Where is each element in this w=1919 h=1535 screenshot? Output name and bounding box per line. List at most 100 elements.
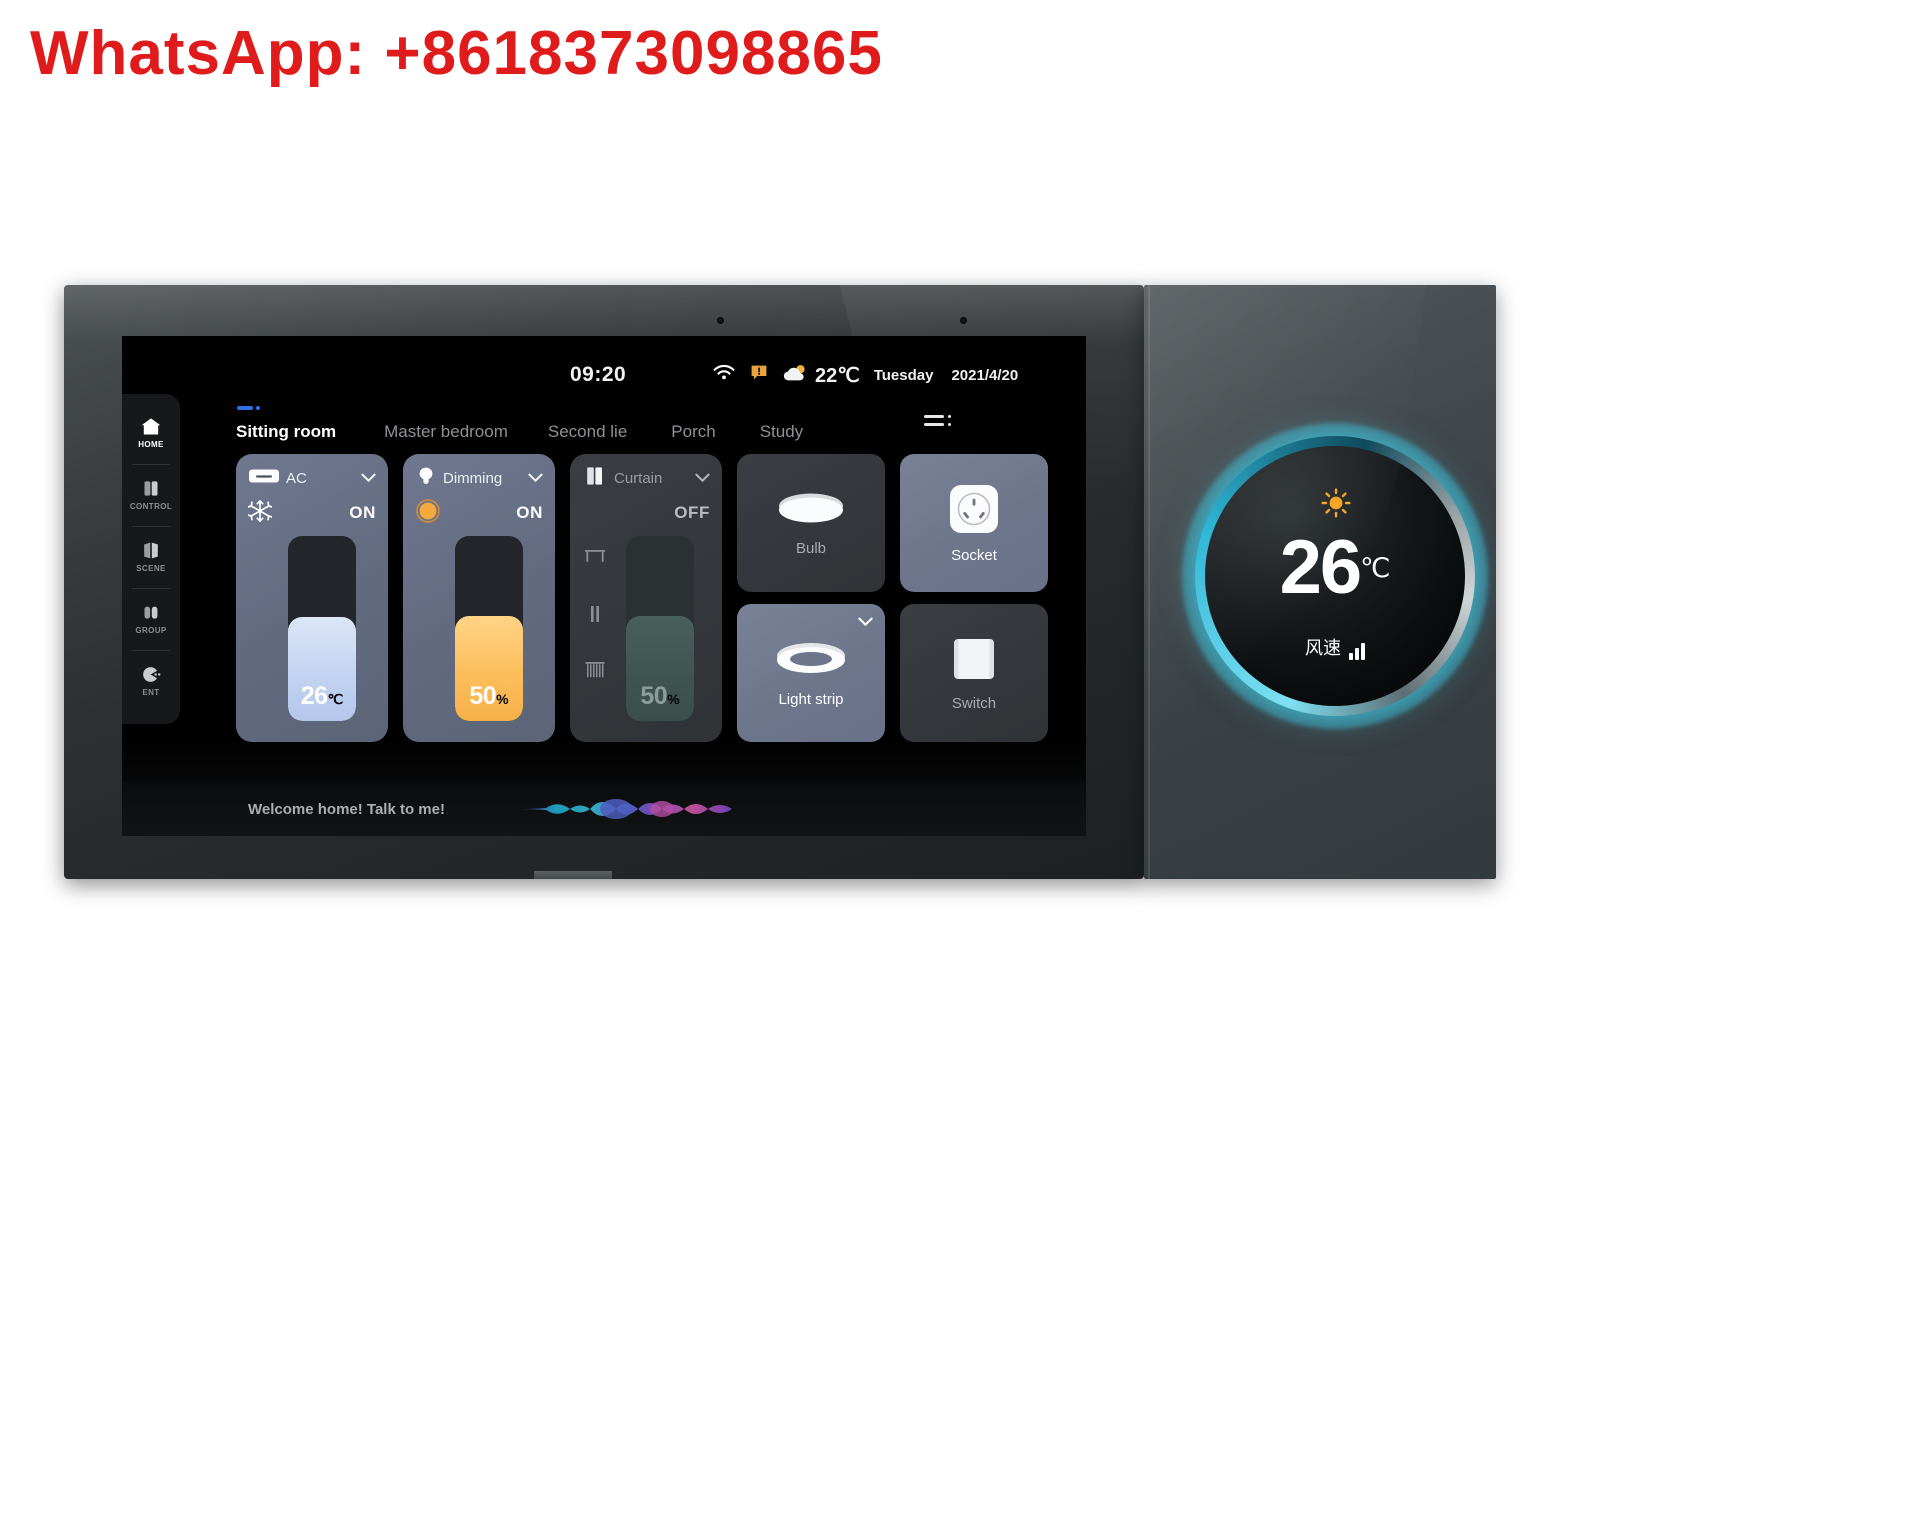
menu-bar (924, 414, 944, 418)
menu-dot (948, 422, 951, 426)
scene-icon (140, 541, 162, 560)
message-alert-icon[interactable] (750, 364, 768, 387)
sidebar-label-control: CONTROL (129, 502, 173, 511)
screenshot-root: WhatsApp: +8618373098865 09:20 22℃ Tuesd… (0, 0, 1919, 1535)
voice-prompt-text: Welcome home! Talk to me! (248, 800, 445, 818)
list-menu-icon[interactable] (924, 408, 958, 432)
sidebar-label-home: HOME (138, 440, 164, 449)
room-tab-bar: Sitting room Master bedroom Second lie P… (236, 404, 1036, 444)
menu-row-bottom (924, 422, 958, 426)
tile-socket-label: Socket (951, 547, 997, 564)
card-dimming-slider[interactable]: 50% (455, 536, 523, 721)
air-conditioner-icon (248, 467, 280, 490)
weather-indicator[interactable]: 22℃ (782, 363, 860, 388)
ring-light-icon (771, 638, 851, 685)
tile-switch[interactable]: Switch (900, 604, 1048, 742)
thermostat-temperature: 26℃ (1205, 524, 1465, 611)
menu-row-top (924, 414, 958, 418)
entertainment-icon (140, 665, 162, 684)
curtain-open-icon[interactable] (582, 546, 608, 570)
device-cards-grid: AC ON 26℃ Dimming ON 50% Curtain OFF 50%… (236, 454, 1074, 744)
card-dimming-value: 50% (469, 682, 509, 710)
ceiling-lamp-icon (773, 489, 849, 534)
tab-study[interactable]: Study (760, 422, 803, 444)
card-ac-title: AC (286, 469, 307, 487)
menu-bar (924, 422, 944, 426)
sidebar-item-home[interactable]: HOME (122, 402, 180, 464)
card-curtain-title: Curtain (614, 469, 663, 487)
weekday-label: Tuesday (873, 366, 934, 384)
status-indicators: 22℃ Tuesday 2021/4/20 (712, 363, 1018, 388)
card-dimming-title: Dimming (443, 469, 503, 487)
card-ac-state: ON (349, 503, 376, 522)
thermostat-face: 26℃ 风速 (1205, 446, 1465, 706)
panel-screen: 09:20 22℃ Tuesday 2021/4/20 HOME CONTROL… (122, 336, 1086, 836)
card-ac[interactable]: AC ON 26℃ (236, 454, 388, 742)
wifi-icon[interactable] (712, 364, 736, 387)
group-icon (140, 603, 162, 622)
chevron-down-icon[interactable] (857, 614, 873, 630)
sidebar-item-group[interactable]: GROUP (122, 588, 180, 650)
menu-dot (948, 414, 951, 418)
curtain-pause-icon[interactable] (582, 602, 608, 626)
card-ac-slider-fill: 26℃ (288, 617, 356, 721)
card-ac-slider[interactable]: 26℃ (288, 536, 356, 721)
partly-cloudy-icon (782, 363, 810, 388)
tile-switch-label: Switch (951, 695, 997, 712)
card-curtain-subrow: OFF (582, 498, 710, 528)
status-bar: 09:20 22℃ Tuesday 2021/4/20 (122, 358, 1086, 392)
card-curtain-state: OFF (674, 503, 710, 522)
thermostat-module: 26℃ 风速 (1144, 285, 1496, 879)
sidebar-item-ent[interactable]: ENT (122, 650, 180, 712)
sun-icon (1321, 488, 1351, 523)
thermostat-temp-value: 26 (1279, 525, 1363, 610)
sidebar-item-control[interactable]: CONTROL (122, 464, 180, 526)
sidebar-label-scene: SCENE (136, 564, 166, 573)
sidebar-nav: HOME CONTROL SCENE GROUP ENT (122, 394, 180, 724)
panel-bottom-connector (534, 871, 612, 879)
device-assembly: 09:20 22℃ Tuesday 2021/4/20 HOME CONTROL… (64, 285, 1496, 885)
card-dimming-state: ON (516, 503, 543, 522)
voice-waveform-icon (520, 790, 746, 828)
control-icon (140, 479, 162, 498)
tile-socket[interactable]: Socket (900, 454, 1048, 592)
clock-time: 09:20 (570, 363, 627, 386)
card-curtain-value: 50% (640, 682, 680, 710)
snowflake-icon[interactable] (247, 499, 273, 528)
weather-temperature: 22℃ (815, 364, 860, 387)
chevron-down-icon[interactable] (527, 470, 543, 486)
sidebar-label-group: GROUP (135, 626, 167, 635)
voice-assistant-bar[interactable]: Welcome home! Talk to me! (122, 782, 1086, 836)
card-dimming-slider-fill: 50% (455, 615, 523, 721)
touch-panel-bezel: 09:20 22℃ Tuesday 2021/4/20 HOME CONTROL… (64, 285, 1144, 879)
card-curtain[interactable]: Curtain OFF 50% (570, 454, 722, 742)
curtain-close-icon[interactable] (582, 658, 608, 682)
card-dimming[interactable]: Dimming ON 50% (403, 454, 555, 742)
brightness-dot-icon[interactable] (415, 498, 441, 529)
power-socket-icon (947, 482, 1001, 541)
curtain-icon (582, 466, 608, 491)
card-curtain-slider-fill: 50% (626, 615, 694, 721)
date-label: 2021/4/20 (951, 366, 1019, 384)
tab-sitting-room[interactable]: Sitting room (236, 406, 336, 444)
chevron-down-icon[interactable] (694, 470, 710, 486)
card-ac-value: 26℃ (300, 682, 344, 710)
tab-second-lie[interactable]: Second lie (548, 422, 627, 444)
thermostat-fan-label: 风速 (1305, 638, 1341, 658)
chevron-down-icon[interactable] (360, 470, 376, 486)
tile-light-strip[interactable]: Light strip (737, 604, 885, 742)
tile-bulb-label: Bulb (795, 540, 827, 557)
wall-switch-icon (949, 634, 999, 689)
tile-bulb[interactable]: Bulb (737, 454, 885, 592)
bulb-icon (415, 465, 437, 492)
thermostat-dial[interactable]: 26℃ 风速 (1182, 423, 1488, 729)
card-dimming-header: Dimming (415, 466, 543, 490)
tab-master-bedroom[interactable]: Master bedroom (384, 422, 508, 444)
card-dimming-subrow: ON (415, 498, 543, 528)
watermark-text: WhatsApp: +8618373098865 (30, 19, 883, 88)
home-icon (140, 417, 162, 436)
sidebar-item-scene[interactable]: SCENE (122, 526, 180, 588)
card-curtain-slider[interactable]: 50% (626, 536, 694, 721)
thermostat-fan-row[interactable]: 风速 (1205, 634, 1465, 660)
tab-porch[interactable]: Porch (671, 422, 715, 444)
